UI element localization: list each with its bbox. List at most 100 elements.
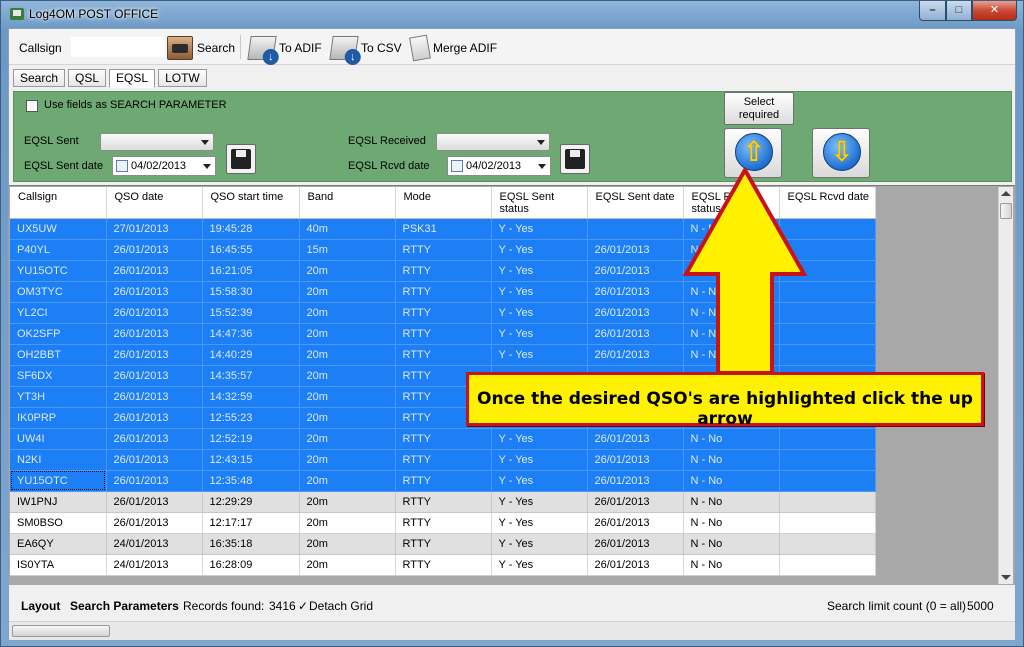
table-cell: RTTY bbox=[395, 239, 492, 261]
table-cell: YU15OTC bbox=[10, 260, 107, 282]
eqsl-sent-date-value: 04/02/2013 bbox=[131, 160, 187, 172]
eqsl-parameter-panel: Use fields as SEARCH PARAMETER EQSL Sent… bbox=[13, 91, 1012, 182]
table-cell: 16:35:18 bbox=[202, 533, 300, 555]
minimize-button[interactable]: – bbox=[919, 1, 946, 21]
column-header[interactable]: EQSL Sent status bbox=[491, 187, 588, 219]
annotation-up-arrow bbox=[682, 168, 808, 375]
table-cell: 20m bbox=[299, 386, 396, 408]
chevron-down-icon bbox=[537, 140, 545, 145]
search-button[interactable]: Search bbox=[167, 35, 235, 61]
tab-search[interactable]: Search bbox=[13, 69, 66, 87]
title-bar[interactable]: Log4OM POST OFFICE – □ ✕ bbox=[1, 1, 1023, 27]
select-required-button[interactable]: Select required bbox=[724, 92, 794, 125]
tab-qsl[interactable]: QSL bbox=[68, 69, 107, 87]
table-cell: Y - Yes bbox=[491, 533, 588, 555]
table-cell: 20m bbox=[299, 260, 396, 282]
eqsl-rcvd-date-picker[interactable]: 04/02/2013 bbox=[447, 156, 551, 176]
search-limit-value[interactable]: 5000 bbox=[967, 599, 994, 613]
tab-strip: Search QSL EQSL LOTW bbox=[13, 69, 207, 89]
date-enable-checkbox[interactable] bbox=[116, 160, 128, 172]
eqsl-sent-date-picker[interactable]: 04/02/2013 bbox=[112, 156, 216, 176]
merge-document-icon bbox=[409, 34, 431, 62]
table-cell: N - No bbox=[683, 533, 780, 555]
eqsl-sent-label: EQSL Sent bbox=[24, 135, 79, 147]
detach-grid-checkmark-icon: ✓ bbox=[298, 599, 309, 613]
column-header[interactable]: Mode bbox=[395, 187, 492, 219]
export-adif-icon bbox=[247, 36, 277, 60]
hscroll-thumb[interactable] bbox=[12, 625, 110, 637]
eqsl-received-combo[interactable] bbox=[436, 133, 550, 151]
table-cell: UX5UW bbox=[10, 218, 107, 240]
close-button[interactable]: ✕ bbox=[972, 1, 1017, 21]
scroll-thumb[interactable] bbox=[1000, 203, 1012, 219]
table-cell: 26/01/2013 bbox=[587, 533, 684, 555]
detach-grid-button[interactable]: Detach Grid bbox=[309, 599, 373, 613]
column-header[interactable]: QSO start time bbox=[202, 187, 300, 219]
export-csv-icon bbox=[329, 36, 359, 60]
table-cell: SM0BSO bbox=[10, 512, 107, 534]
down-arrow-button[interactable]: ⇩ bbox=[812, 128, 870, 178]
table-cell: Y - Yes bbox=[491, 470, 588, 492]
table-cell: 20m bbox=[299, 365, 396, 387]
scroll-up-icon[interactable] bbox=[1001, 191, 1011, 196]
chevron-down-icon bbox=[203, 164, 211, 169]
save-sent-floppy-icon[interactable] bbox=[226, 144, 256, 174]
table-cell: 15:52:39 bbox=[202, 302, 300, 324]
use-fields-label: Use fields as SEARCH PARAMETER bbox=[44, 99, 227, 111]
save-rcvd-floppy-icon[interactable] bbox=[560, 144, 590, 174]
table-cell: RTTY bbox=[395, 344, 492, 366]
table-cell: UW4I bbox=[10, 428, 107, 450]
to-adif-button[interactable]: To ADIF bbox=[247, 35, 322, 61]
date-enable-checkbox[interactable] bbox=[451, 160, 463, 172]
table-cell: RTTY bbox=[395, 449, 492, 471]
search-box-icon bbox=[167, 36, 193, 60]
table-cell: 12:35:48 bbox=[202, 470, 300, 492]
tab-eqsl[interactable]: EQSL bbox=[109, 69, 156, 88]
callsign-label: Callsign bbox=[19, 41, 62, 55]
table-cell: SF6DX bbox=[10, 365, 107, 387]
table-cell: 12:29:29 bbox=[202, 491, 300, 513]
tab-lotw[interactable]: LOTW bbox=[158, 69, 207, 87]
table-cell: Y - Yes bbox=[491, 260, 588, 282]
table-row[interactable]: N2KI 26/01/2013 12:43:15 20m RTTY Y - Yes 26/0… bbox=[10, 449, 876, 471]
table-cell bbox=[779, 512, 876, 534]
table-row[interactable]: IS0YTA 24/01/2013 16:28:09 20m RTTY Y - Yes 26… bbox=[10, 554, 876, 576]
table-cell: 16:45:55 bbox=[202, 239, 300, 261]
table-cell: 20m bbox=[299, 470, 396, 492]
table-cell: 26/01/2013 bbox=[587, 323, 684, 345]
vertical-scrollbar[interactable] bbox=[998, 187, 1013, 584]
table-row[interactable]: IW1PNJ 26/01/2013 12:29:29 20m RTTY Y - Yes 26… bbox=[10, 491, 876, 513]
column-header[interactable]: Band bbox=[299, 187, 396, 219]
table-row[interactable]: SM0BSO 26/01/2013 12:17:17 20m RTTY Y - Yes 26… bbox=[10, 512, 876, 534]
search-parameters-button[interactable]: Search Parameters bbox=[70, 599, 179, 613]
table-cell: 12:55:23 bbox=[202, 407, 300, 429]
table-cell: RTTY bbox=[395, 281, 492, 303]
table-cell: 16:28:09 bbox=[202, 554, 300, 576]
scroll-down-icon[interactable] bbox=[1001, 575, 1011, 580]
table-cell: 27/01/2013 bbox=[106, 218, 203, 240]
table-cell: N - No bbox=[683, 449, 780, 471]
callsign-input[interactable] bbox=[71, 37, 165, 57]
table-cell: Y - Yes bbox=[491, 239, 588, 261]
table-row[interactable]: UW4I 26/01/2013 12:52:19 20m RTTY Y - Yes 26/0… bbox=[10, 428, 876, 450]
table-row[interactable]: YU15OTC 26/01/2013 12:35:48 20m RTTY Y - Yes 2… bbox=[10, 470, 876, 492]
merge-adif-button[interactable]: Merge ADIF bbox=[409, 34, 497, 62]
eqsl-sent-combo[interactable] bbox=[100, 133, 214, 151]
table-cell: 14:35:57 bbox=[202, 365, 300, 387]
maximize-button[interactable]: □ bbox=[946, 1, 972, 21]
use-fields-checkbox[interactable] bbox=[26, 100, 38, 112]
table-cell: 26/01/2013 bbox=[106, 281, 203, 303]
table-cell: 26/01/2013 bbox=[587, 554, 684, 576]
table-cell: 26/01/2013 bbox=[587, 449, 684, 471]
layout-button[interactable]: Layout bbox=[21, 599, 60, 613]
table-row[interactable]: EA6QY 24/01/2013 16:35:18 20m RTTY Y - Yes 26/… bbox=[10, 533, 876, 555]
column-header[interactable]: EQSL Sent date bbox=[587, 187, 684, 219]
table-cell bbox=[779, 428, 876, 450]
records-found-label: Records found: bbox=[183, 599, 265, 613]
to-csv-button[interactable]: To CSV bbox=[329, 35, 402, 61]
horizontal-scrollbar[interactable] bbox=[9, 621, 1015, 640]
column-header[interactable]: Callsign bbox=[10, 187, 107, 219]
table-cell: 14:40:29 bbox=[202, 344, 300, 366]
column-header[interactable]: QSO date bbox=[106, 187, 203, 219]
table-cell: 12:52:19 bbox=[202, 428, 300, 450]
